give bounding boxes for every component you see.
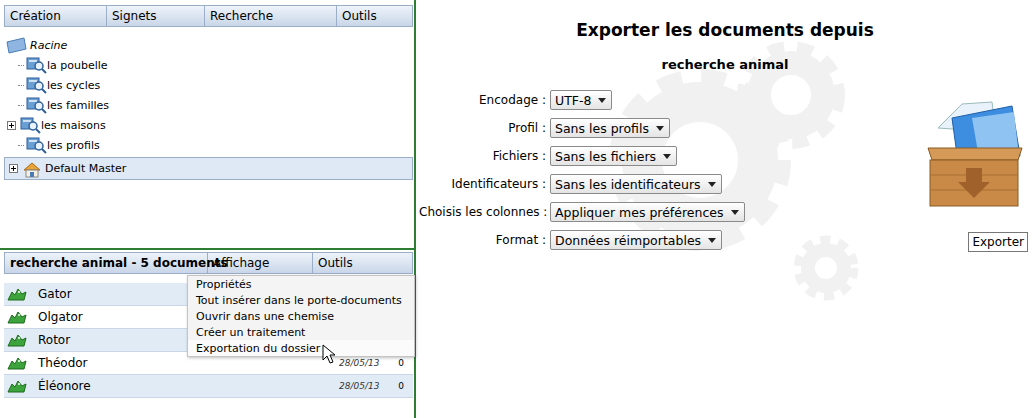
dropdown-arrow-icon bbox=[708, 238, 716, 243]
document-date: 28/05/13 bbox=[339, 358, 389, 368]
dropdown-arrow-icon bbox=[731, 210, 739, 215]
tree-label: les profils bbox=[47, 139, 100, 152]
context-menu-item[interactable]: Ouvrir dans une chemise bbox=[188, 308, 414, 324]
field-select[interactable]: Sans les identificateurs bbox=[550, 174, 722, 194]
menu-item[interactable]: Outils bbox=[337, 6, 412, 26]
select-value: Sans les fichiers bbox=[555, 149, 656, 164]
animal-icon bbox=[6, 286, 28, 302]
select-value: UTF-8 bbox=[555, 93, 591, 108]
tree-connector bbox=[18, 65, 24, 66]
field-label: Format : bbox=[419, 233, 546, 247]
animal-icon bbox=[6, 332, 28, 348]
results-bar: recherche animal - 5 documentsAffichageO… bbox=[4, 252, 413, 274]
tree-connector bbox=[18, 145, 24, 146]
field-select[interactable]: Appliquer mes préférences bbox=[550, 202, 745, 222]
animal-icon bbox=[6, 355, 28, 371]
export-subtitle: recherche animal bbox=[662, 57, 789, 72]
field-label: Identificateurs : bbox=[419, 177, 546, 191]
context-menu-item[interactable]: Propriétés bbox=[188, 276, 414, 292]
field-label: Fichiers : bbox=[419, 149, 546, 163]
search-folder-icon bbox=[24, 76, 47, 94]
folder-tree: Racine la poubelle les cycles les familles l… bbox=[4, 27, 413, 180]
export-panel: Exporter les documents depuis recherche a… bbox=[416, 0, 1034, 418]
menu-item[interactable]: Création bbox=[5, 6, 107, 26]
export-aside: Exporter bbox=[922, 88, 1028, 252]
field-label: Profil : bbox=[419, 121, 546, 135]
document-row[interactable]: Éléonore28/05/130 bbox=[4, 375, 413, 398]
dropdown-arrow-icon bbox=[598, 98, 606, 103]
tree-root[interactable]: Racine bbox=[4, 35, 413, 55]
export-title: Exporter les documents depuis bbox=[576, 20, 874, 40]
tree-label: les cycles bbox=[47, 79, 100, 92]
search-folder-icon bbox=[24, 136, 47, 154]
main-menu-bar: CréationSignetsRechercheOutils bbox=[4, 5, 413, 27]
field-select[interactable]: UTF-8 bbox=[550, 90, 612, 110]
menu-item[interactable]: Outils bbox=[313, 253, 412, 273]
tree-label: les maisons bbox=[41, 119, 106, 132]
export-form: Encodage : UTF-8 Profil : Sans les profils F… bbox=[419, 88, 745, 252]
tree-connector bbox=[18, 105, 24, 106]
context-menu-item[interactable]: Tout insérer dans le porte-documents bbox=[188, 292, 414, 308]
field-select[interactable]: Sans les fichiers bbox=[550, 146, 677, 166]
document-count: 0 bbox=[389, 381, 413, 391]
results-panel: recherche animal - 5 documentsAffichageO… bbox=[0, 250, 414, 418]
animal-icon bbox=[6, 378, 28, 394]
document-name: Théodor bbox=[38, 356, 339, 370]
select-value: Données réimportables bbox=[555, 233, 701, 248]
tree-item[interactable]: les familles bbox=[4, 95, 413, 115]
field-select[interactable]: Sans les profils bbox=[550, 118, 670, 138]
navigation-panel: CréationSignetsRechercheOutils Racine la p… bbox=[0, 0, 414, 248]
tree-item[interactable]: les profils bbox=[4, 135, 413, 155]
document-name: Éléonore bbox=[38, 379, 339, 393]
tree-item[interactable]: les cycles bbox=[4, 75, 413, 95]
export-button[interactable]: Exporter bbox=[968, 232, 1028, 252]
menu-item[interactable]: Signets bbox=[107, 6, 205, 26]
expander[interactable] bbox=[9, 164, 18, 173]
tree-label: la poubelle bbox=[47, 59, 108, 72]
export-crate-icon bbox=[922, 98, 1028, 210]
search-folder-icon bbox=[24, 56, 47, 74]
folder-icon bbox=[6, 37, 28, 54]
export-form-area: Encodage : UTF-8 Profil : Sans les profils F… bbox=[416, 88, 1034, 252]
tree-connector bbox=[18, 85, 24, 86]
search-folder-icon bbox=[18, 116, 41, 134]
field-label: Encodage : bbox=[419, 93, 546, 107]
select-value: Appliquer mes préférences bbox=[555, 205, 724, 220]
left-panel: CréationSignetsRechercheOutilsRacinela p… bbox=[0, 0, 414, 418]
dropdown-arrow-icon bbox=[708, 182, 716, 187]
dropdown-arrow-icon bbox=[656, 126, 664, 131]
expander[interactable] bbox=[7, 121, 16, 130]
menu-item[interactable]: Recherche bbox=[205, 6, 337, 26]
search-folder-icon bbox=[24, 96, 47, 114]
field-select[interactable]: Données réimportables bbox=[550, 230, 722, 250]
tree-label: Default Master bbox=[45, 162, 126, 175]
tree-item-master[interactable]: Default Master bbox=[4, 157, 413, 180]
splitter[interactable] bbox=[0, 248, 414, 250]
document-count: 0 bbox=[389, 358, 413, 368]
tree-label: les familles bbox=[47, 99, 109, 112]
tree-item[interactable]: les maisons bbox=[4, 115, 413, 135]
select-value: Sans les identificateurs bbox=[555, 177, 701, 192]
dropdown-arrow-icon bbox=[663, 154, 671, 159]
context-menu: PropriétésTout insérer dans le porte-doc… bbox=[187, 275, 415, 357]
select-value: Sans les profils bbox=[555, 121, 649, 136]
context-menu-item[interactable]: Créer un traitement bbox=[188, 324, 414, 340]
mouse-cursor-icon bbox=[322, 344, 336, 364]
animal-icon bbox=[6, 309, 28, 325]
results-title: recherche animal - 5 documents bbox=[5, 253, 208, 273]
document-date: 28/05/13 bbox=[339, 381, 389, 391]
context-menu-item[interactable]: Exportation du dossier bbox=[188, 340, 414, 356]
menu-item[interactable]: Affichage bbox=[208, 253, 313, 273]
house-icon bbox=[21, 160, 43, 178]
tree-item[interactable]: la poubelle bbox=[4, 55, 413, 75]
tree-label: Racine bbox=[30, 39, 67, 52]
field-label: Choisis les colonnes : bbox=[419, 205, 546, 219]
